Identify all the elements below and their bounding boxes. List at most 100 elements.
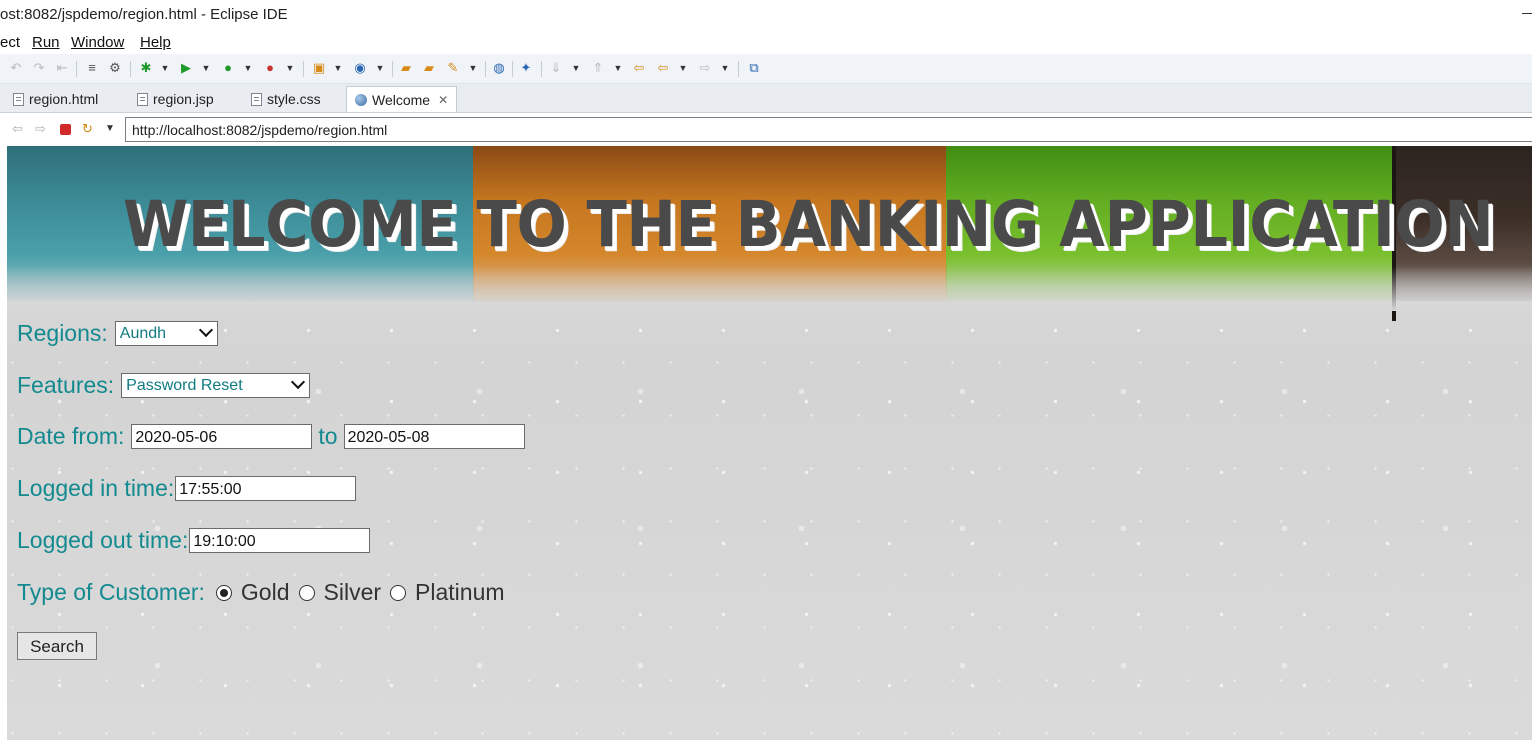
date-to-input[interactable]: 2020-05-08 xyxy=(343,424,525,449)
menu-window-label: Window xyxy=(71,34,125,51)
toolbar-separator xyxy=(512,61,513,77)
banner-fade xyxy=(7,266,1532,311)
tab-welcome[interactable]: Welcome ✕ xyxy=(346,86,458,112)
toolbar-separator xyxy=(303,61,304,77)
menu-help[interactable]: Help xyxy=(140,34,171,51)
customer-type-row: Type of Customer: Gold Silver Platinum xyxy=(17,579,514,606)
date-from-input[interactable]: 2020-05-06 xyxy=(131,424,313,449)
next-annotation-icon[interactable]: ⇓ xyxy=(548,60,564,76)
undo-icon[interactable]: ↶ xyxy=(8,60,24,76)
back-icon[interactable]: ⇦ xyxy=(655,60,671,76)
toggle-web-icon[interactable]: ✦ xyxy=(518,60,534,76)
forward-dropdown-icon[interactable]: ▼ xyxy=(720,60,730,76)
last-edit-location-icon[interactable]: ⇦ xyxy=(631,60,647,76)
tab-label: region.html xyxy=(29,91,99,107)
date-row: Date from: 2020-05-06 to 2020-05-08 xyxy=(17,423,525,450)
regions-label: Regions: xyxy=(17,320,108,346)
minimize-icon[interactable] xyxy=(1522,13,1532,14)
radio-platinum-label: Platinum xyxy=(415,579,505,605)
toolbar-separator xyxy=(392,61,393,77)
tab-style-css[interactable]: style.css xyxy=(243,86,329,112)
chevron-down-icon xyxy=(198,322,213,338)
new-server-icon[interactable]: ▣ xyxy=(311,60,327,76)
file-icon xyxy=(251,92,262,106)
menu-window[interactable]: Window xyxy=(71,34,124,51)
prev-annotation-icon[interactable]: ⇑ xyxy=(590,60,606,76)
regions-select[interactable]: Aundh xyxy=(114,321,218,346)
file-icon xyxy=(137,92,148,106)
features-select[interactable]: Password Reset xyxy=(121,373,311,398)
next-annotation-dropdown-icon[interactable]: ▼ xyxy=(571,60,581,76)
tab-label: style.css xyxy=(267,91,321,107)
external-tools-icon[interactable]: ● xyxy=(262,60,278,76)
browser-nav-bar: ⇦ ⇨ ↻ ▼ http://localhost:8082/jspdemo/re… xyxy=(0,113,1532,146)
menu-help-label: Help xyxy=(140,34,171,51)
open-perspective-icon[interactable]: ⧉ xyxy=(746,60,762,76)
banner-title: WELCOME TO THE BANKING APPLICATION xyxy=(123,188,1494,261)
run-icon[interactable]: ▶ xyxy=(178,60,194,76)
file-icon xyxy=(13,92,24,106)
features-label: Features: xyxy=(17,372,115,398)
menu-run-label: Run xyxy=(32,34,60,51)
search-icon[interactable]: ✎ xyxy=(445,60,461,76)
last-edit-icon[interactable]: ⇤ xyxy=(54,60,70,76)
back-dropdown-icon[interactable]: ▼ xyxy=(678,60,688,76)
toolbar-separator xyxy=(130,61,131,77)
open-type-icon[interactable]: ▰ xyxy=(398,60,414,76)
web-browser-icon[interactable]: ◍ xyxy=(491,60,507,76)
date-to-label: to xyxy=(318,423,338,449)
logged-in-row: Logged in time: 17:55:00 xyxy=(17,475,357,502)
url-field[interactable]: http://localhost:8082/jspdemo/region.htm… xyxy=(125,117,1532,142)
toolbar-separator xyxy=(485,61,486,77)
radio-silver[interactable] xyxy=(298,584,315,601)
web-page: WELCOME TO THE BANKING APPLICATION Regio… xyxy=(7,146,1532,740)
radio-gold[interactable] xyxy=(215,584,232,601)
close-icon[interactable]: ✕ xyxy=(438,93,448,107)
redo-icon[interactable]: ↷ xyxy=(31,60,47,76)
toggle-block-icon[interactable]: ≡ xyxy=(84,60,100,76)
menu-run[interactable]: Run xyxy=(32,34,60,51)
window-title: ost:8082/jspdemo/region.html - Eclipse I… xyxy=(0,6,288,23)
regions-row: Regions: Aundh xyxy=(17,320,218,347)
radio-gold-label: Gold xyxy=(240,579,290,605)
features-value: Password Reset xyxy=(126,377,243,394)
regions-value: Aundh xyxy=(119,325,167,342)
forward-icon[interactable]: ⇨ xyxy=(35,122,46,136)
editor-tabs: region.html region.jsp style.css Welcome… xyxy=(0,84,1532,113)
logged-out-row: Logged out time: 19:10:00 xyxy=(17,527,371,554)
features-row: Features: Password Reset xyxy=(17,372,311,399)
tab-region-jsp[interactable]: region.jsp xyxy=(129,86,222,112)
main-toolbar: ↶ ↷ ⇤ ≡ ⚙ ✱ ▼ ▶ ▼ ● ▼ ● ▼ ▣ ▼ ◉ ▼ ▰ ▰ ✎ … xyxy=(0,54,1532,84)
new-server-dropdown-icon[interactable]: ▼ xyxy=(333,60,343,76)
run-dropdown-icon[interactable]: ▼ xyxy=(201,60,211,76)
stop-icon[interactable] xyxy=(60,124,71,135)
new-class-icon[interactable]: ◉ xyxy=(352,60,368,76)
search-button[interactable]: Search xyxy=(17,632,97,660)
external-tools-dropdown-icon[interactable]: ▼ xyxy=(285,60,295,76)
customer-type-label: Type of Customer: xyxy=(17,579,205,605)
debug-icon[interactable]: ✱ xyxy=(138,60,154,76)
chevron-down-icon[interactable]: ▼ xyxy=(105,122,115,136)
coverage-icon[interactable]: ● xyxy=(220,60,236,76)
toolbar-separator xyxy=(541,61,542,77)
refresh-icon[interactable]: ↻ xyxy=(82,122,93,136)
prev-annotation-dropdown-icon[interactable]: ▼ xyxy=(613,60,623,76)
title-bar: ost:8082/jspdemo/region.html - Eclipse I… xyxy=(0,0,1532,30)
radio-platinum[interactable] xyxy=(390,584,407,601)
logged-out-input[interactable]: 19:10:00 xyxy=(189,528,371,553)
forward-icon[interactable]: ⇨ xyxy=(697,60,713,76)
tab-label: Welcome xyxy=(372,91,431,108)
search-dropdown-icon[interactable]: ▼ xyxy=(468,60,478,76)
menu-bar: ect Run Window Help xyxy=(0,30,1532,54)
coverage-dropdown-icon[interactable]: ▼ xyxy=(243,60,253,76)
tab-region-html[interactable]: region.html xyxy=(5,86,106,112)
logged-in-input[interactable]: 17:55:00 xyxy=(175,476,357,501)
tab-label: region.jsp xyxy=(153,91,214,107)
back-icon[interactable]: ⇦ xyxy=(12,122,23,136)
annotation-icon[interactable]: ⚙ xyxy=(107,60,123,76)
new-class-dropdown-icon[interactable]: ▼ xyxy=(375,60,385,76)
open-task-icon[interactable]: ▰ xyxy=(421,60,437,76)
chevron-down-icon xyxy=(291,374,306,390)
debug-dropdown-icon[interactable]: ▼ xyxy=(160,60,170,76)
menu-project[interactable]: ect xyxy=(0,34,20,51)
